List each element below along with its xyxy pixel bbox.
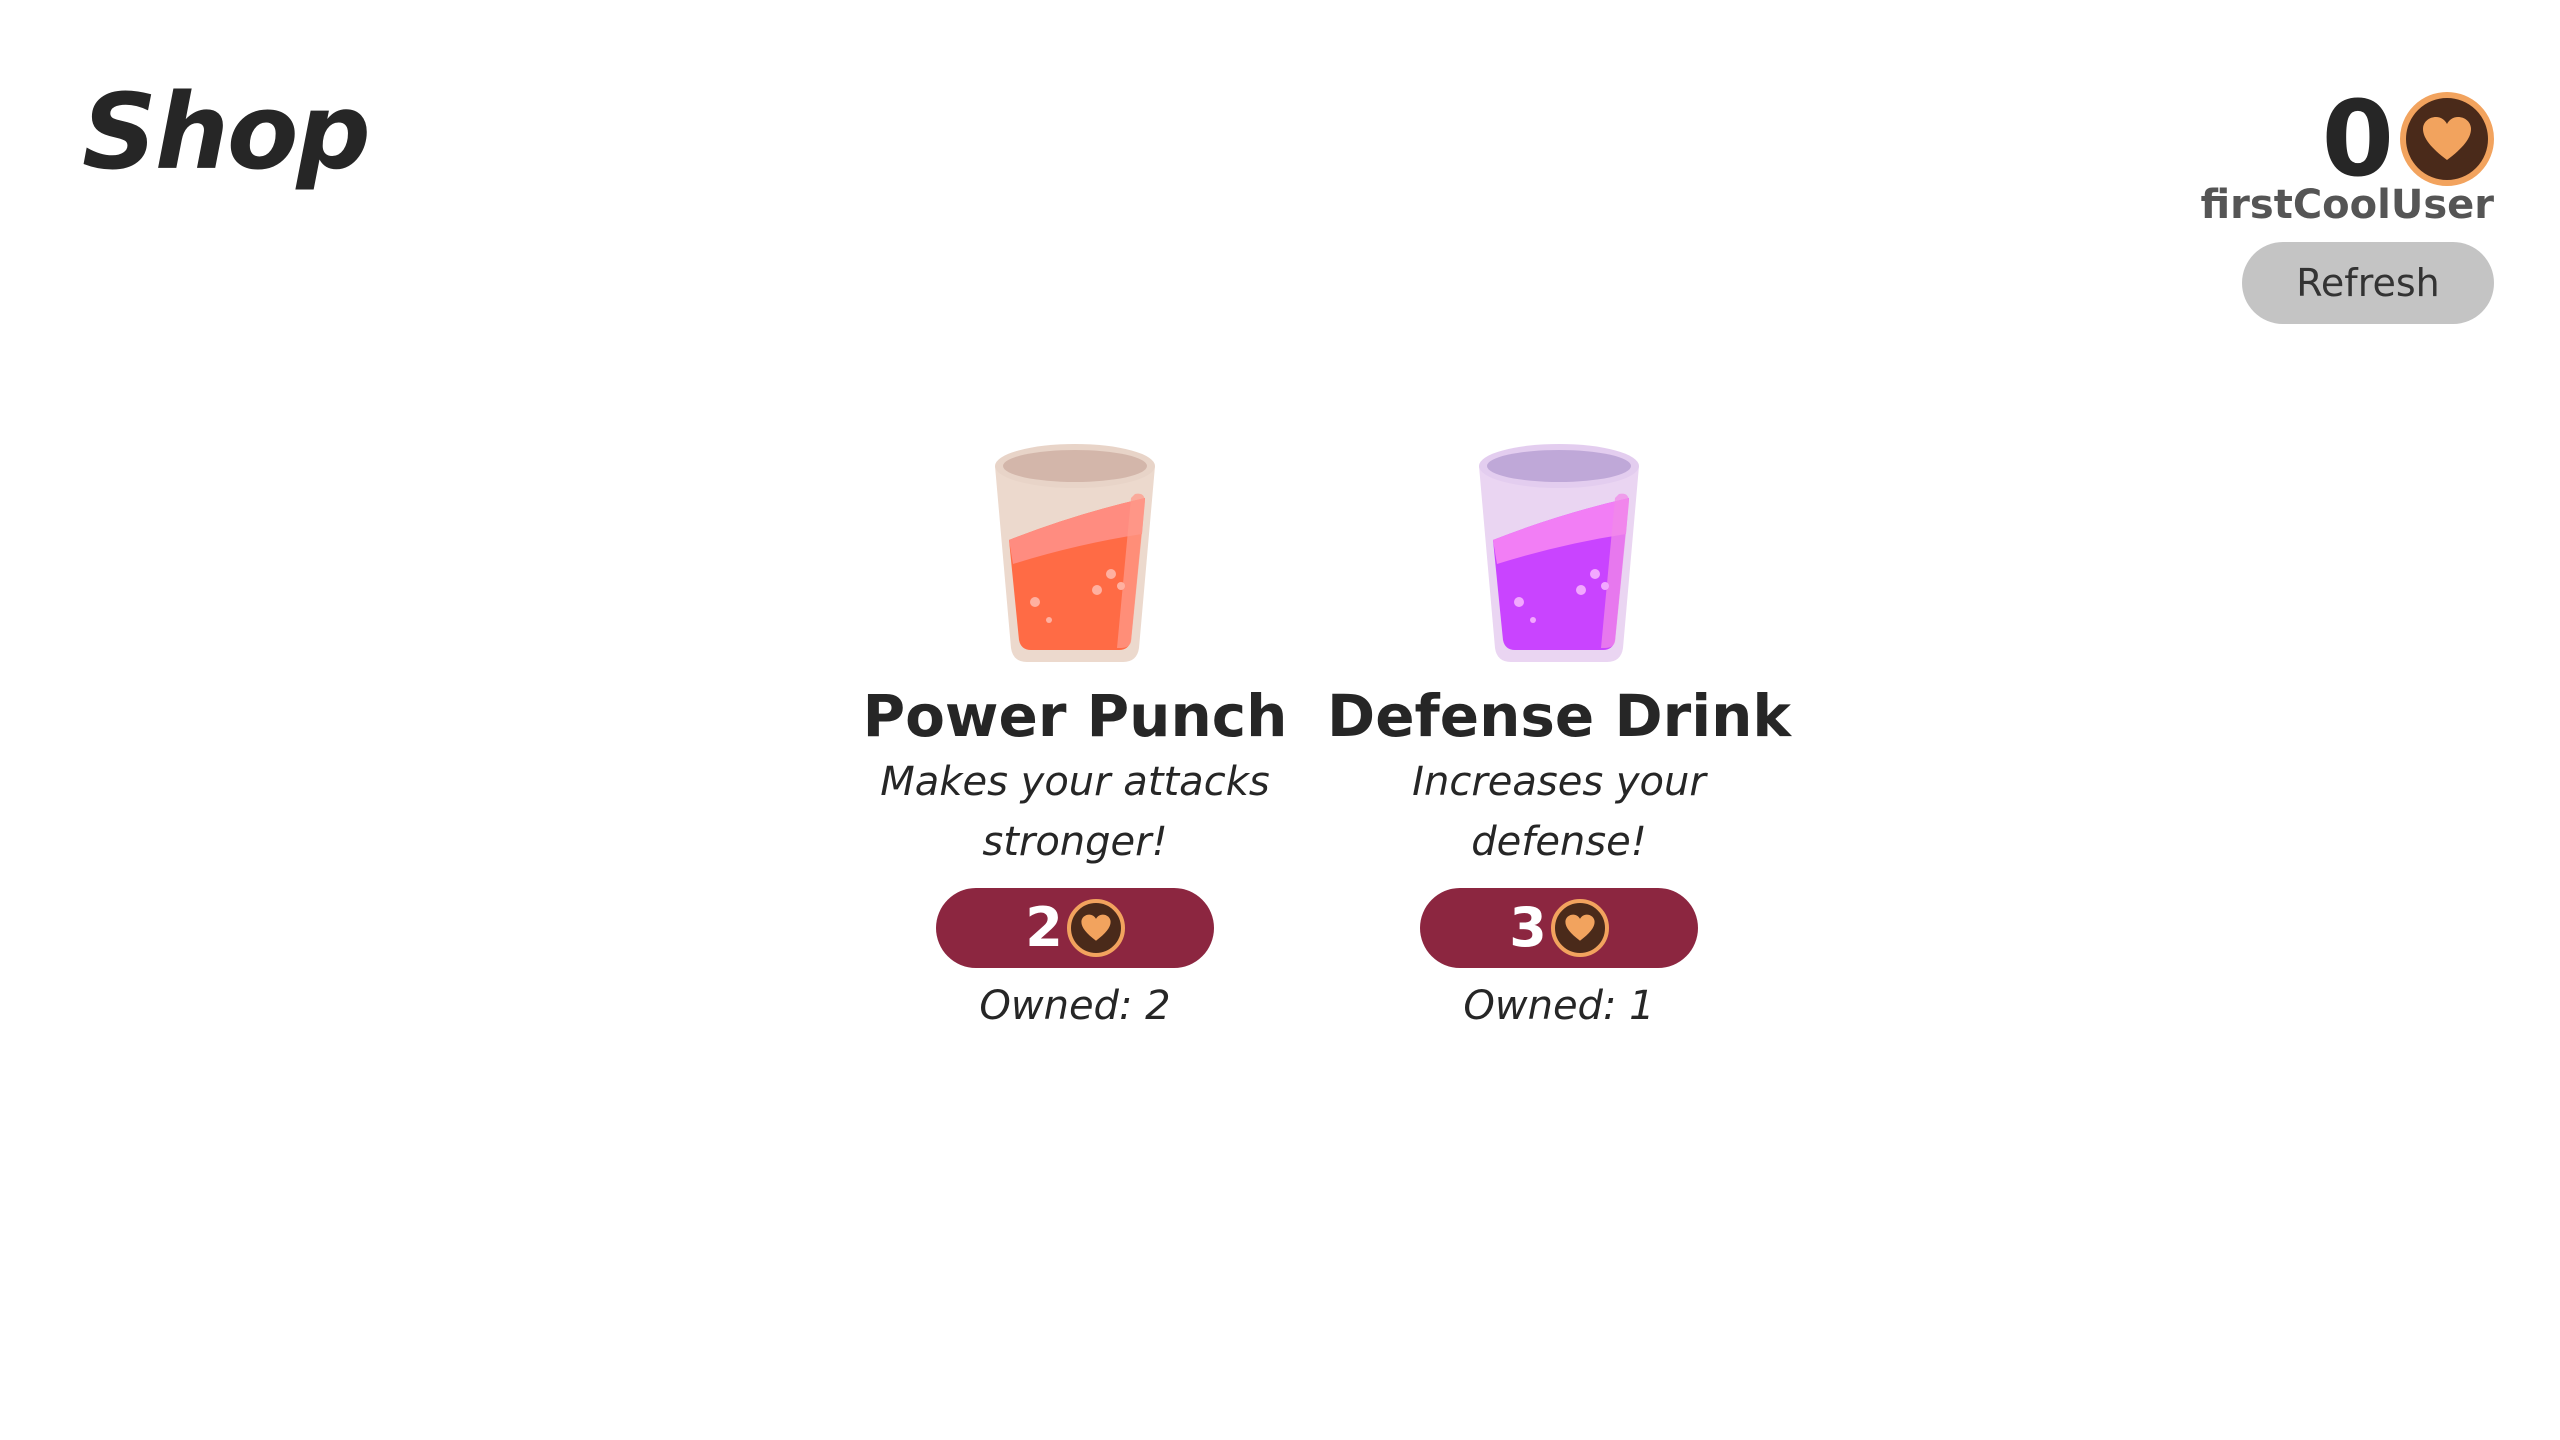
refresh-button[interactable]: Refresh (2242, 242, 2494, 324)
purple-drink-cup-icon (1479, 444, 1639, 662)
red-drink-cup-icon (995, 444, 1155, 662)
shop-items-grid: Power Punch Makes your attacks stronger!… (840, 436, 1791, 1056)
price-value: 3 (1509, 896, 1547, 959)
shop-item-power-punch: Power Punch Makes your attacks stronger!… (840, 436, 1310, 1036)
buy-defense-drink-button[interactable]: 3 (1420, 888, 1698, 968)
price-value: 2 (1025, 896, 1063, 959)
item-name: Defense Drink (1327, 682, 1791, 750)
heart-coin-icon (2400, 92, 2494, 186)
user-panel: 0 firstCoolUser Refresh (2074, 72, 2494, 332)
heart-coin-icon (1066, 899, 1125, 957)
buy-power-punch-button[interactable]: 2 (936, 888, 1214, 968)
owned-count: Owned: 1 (1463, 983, 1655, 1029)
page-title: Shop (82, 71, 371, 193)
heart-coin-icon (1550, 899, 1609, 957)
item-description: Makes your attacks stronger! (880, 759, 1270, 865)
item-name: Power Punch (862, 682, 1288, 750)
owned-count: Owned: 2 (979, 983, 1171, 1029)
shop-item-defense-drink: Defense Drink Increases your defense! 3 … (1324, 436, 1794, 1036)
username: firstCoolUser (2200, 182, 2494, 228)
item-description: Increases your defense! (1412, 759, 1706, 865)
